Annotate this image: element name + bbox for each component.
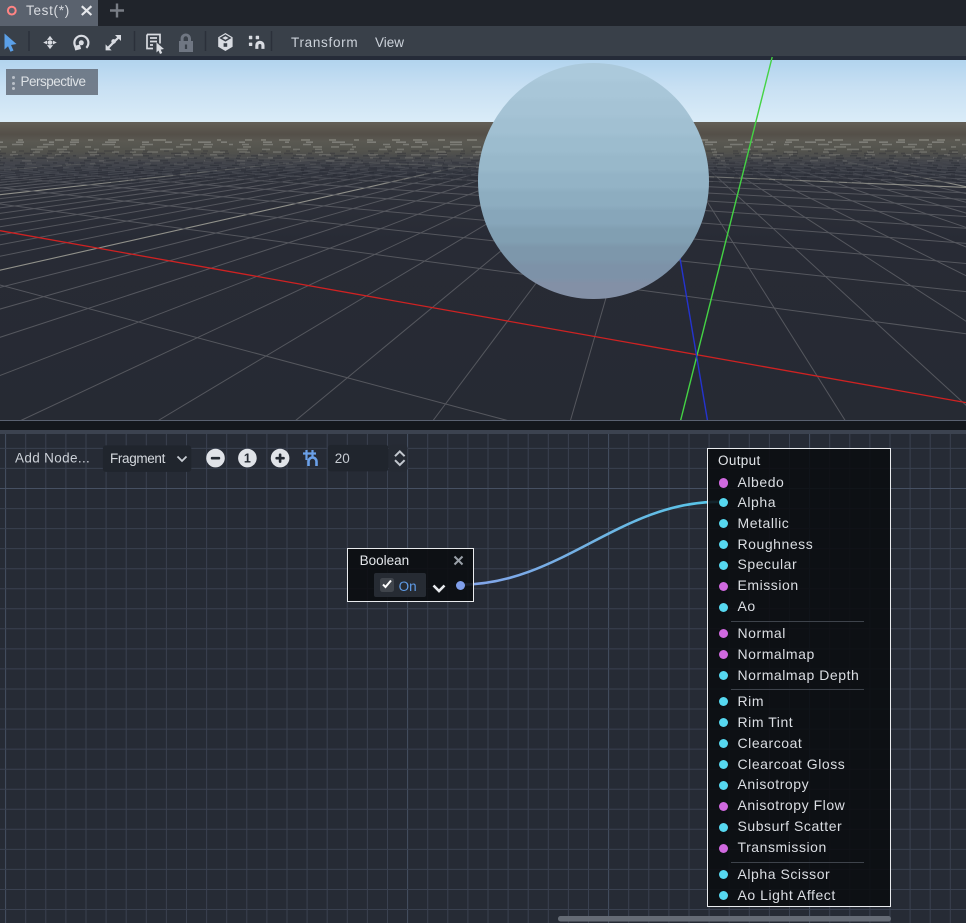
svg-text:20: 20 [335,451,350,466]
svg-text:Fragment: Fragment [110,451,166,466]
svg-text:1: 1 [244,452,251,466]
svg-text:Add Node...: Add Node... [15,451,90,466]
